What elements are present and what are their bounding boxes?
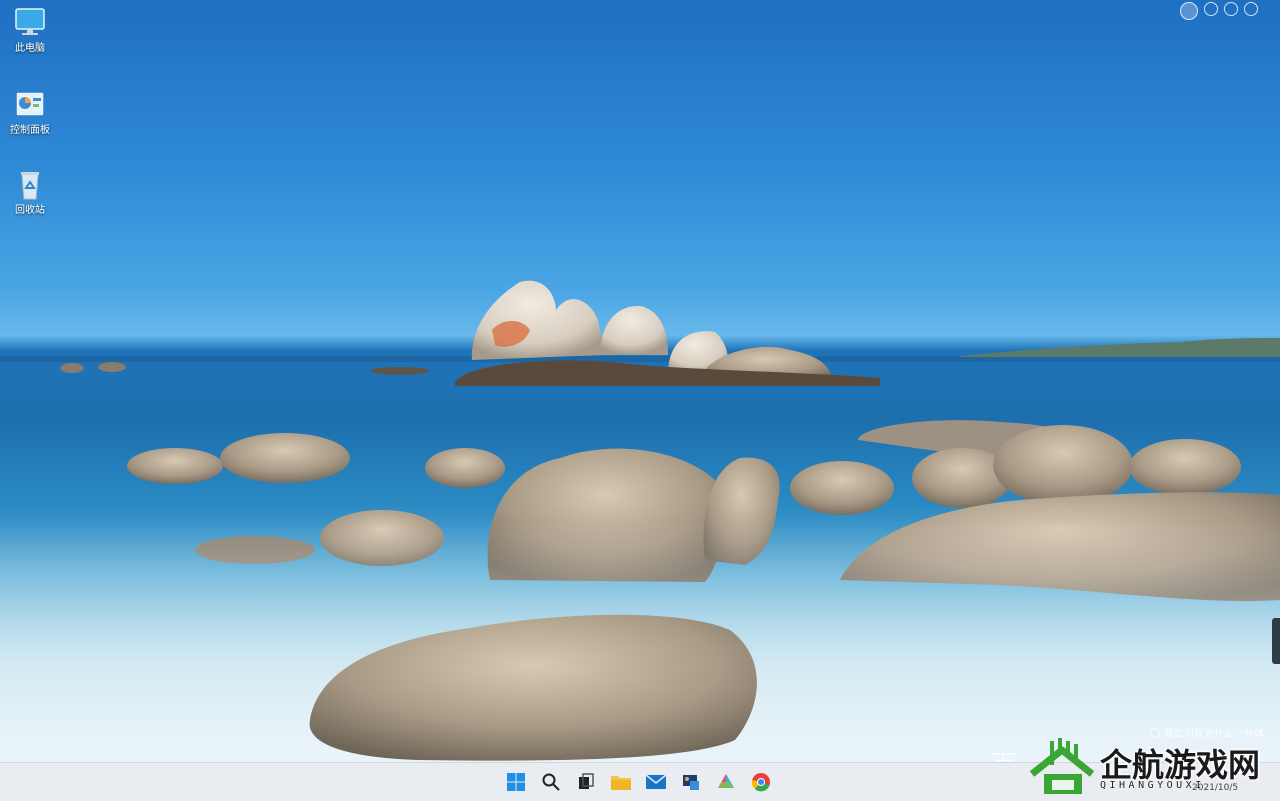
weibo-icon[interactable] [1244, 2, 1258, 16]
search-circle-icon[interactable] [1204, 2, 1218, 16]
desktop-icon-control-panel[interactable]: 控制面板 [2, 88, 58, 137]
windows-start-icon[interactable] [504, 770, 528, 794]
side-panel-handle[interactable] [1272, 618, 1280, 664]
wallpaper-scene [0, 280, 1280, 762]
desktop-icon-this-pc[interactable]: 此电脑 [2, 6, 58, 55]
folder-icon[interactable] [609, 770, 633, 794]
desktop-icon-recycle-bin[interactable]: 回收站 [2, 168, 58, 217]
search-icon[interactable] [539, 770, 563, 794]
pause-icon[interactable] [1224, 2, 1238, 16]
desktop-icon-label: 回收站 [15, 205, 45, 216]
desktop-icon-label: 控制面板 [10, 125, 50, 136]
top-right-toolbar [1180, 2, 1258, 20]
task-view-icon[interactable] [574, 770, 598, 794]
desktop-wallpaper: 此电脑 控制面板 回收站 要如何冒充什么一种体... [0, 0, 1280, 762]
monitor-icon [13, 6, 47, 40]
chrome-icon[interactable] [749, 770, 773, 794]
recycle-bin-icon [13, 168, 47, 202]
brand-pinyin: QIHANGYOUXI [1100, 780, 1205, 791]
desktop-icon-label: 此电脑 [15, 43, 45, 54]
photos-icon[interactable] [714, 770, 738, 794]
mail-icon[interactable] [644, 770, 668, 794]
brand-logo-icon [1029, 738, 1095, 794]
brand-logo: 企航游戏网 QIHANGYOUXI [1028, 738, 1278, 798]
taskbar-apps [504, 770, 773, 794]
assistant-icon[interactable] [1180, 2, 1198, 20]
control-panel-icon [13, 88, 47, 122]
settings-app-icon[interactable] [679, 770, 703, 794]
